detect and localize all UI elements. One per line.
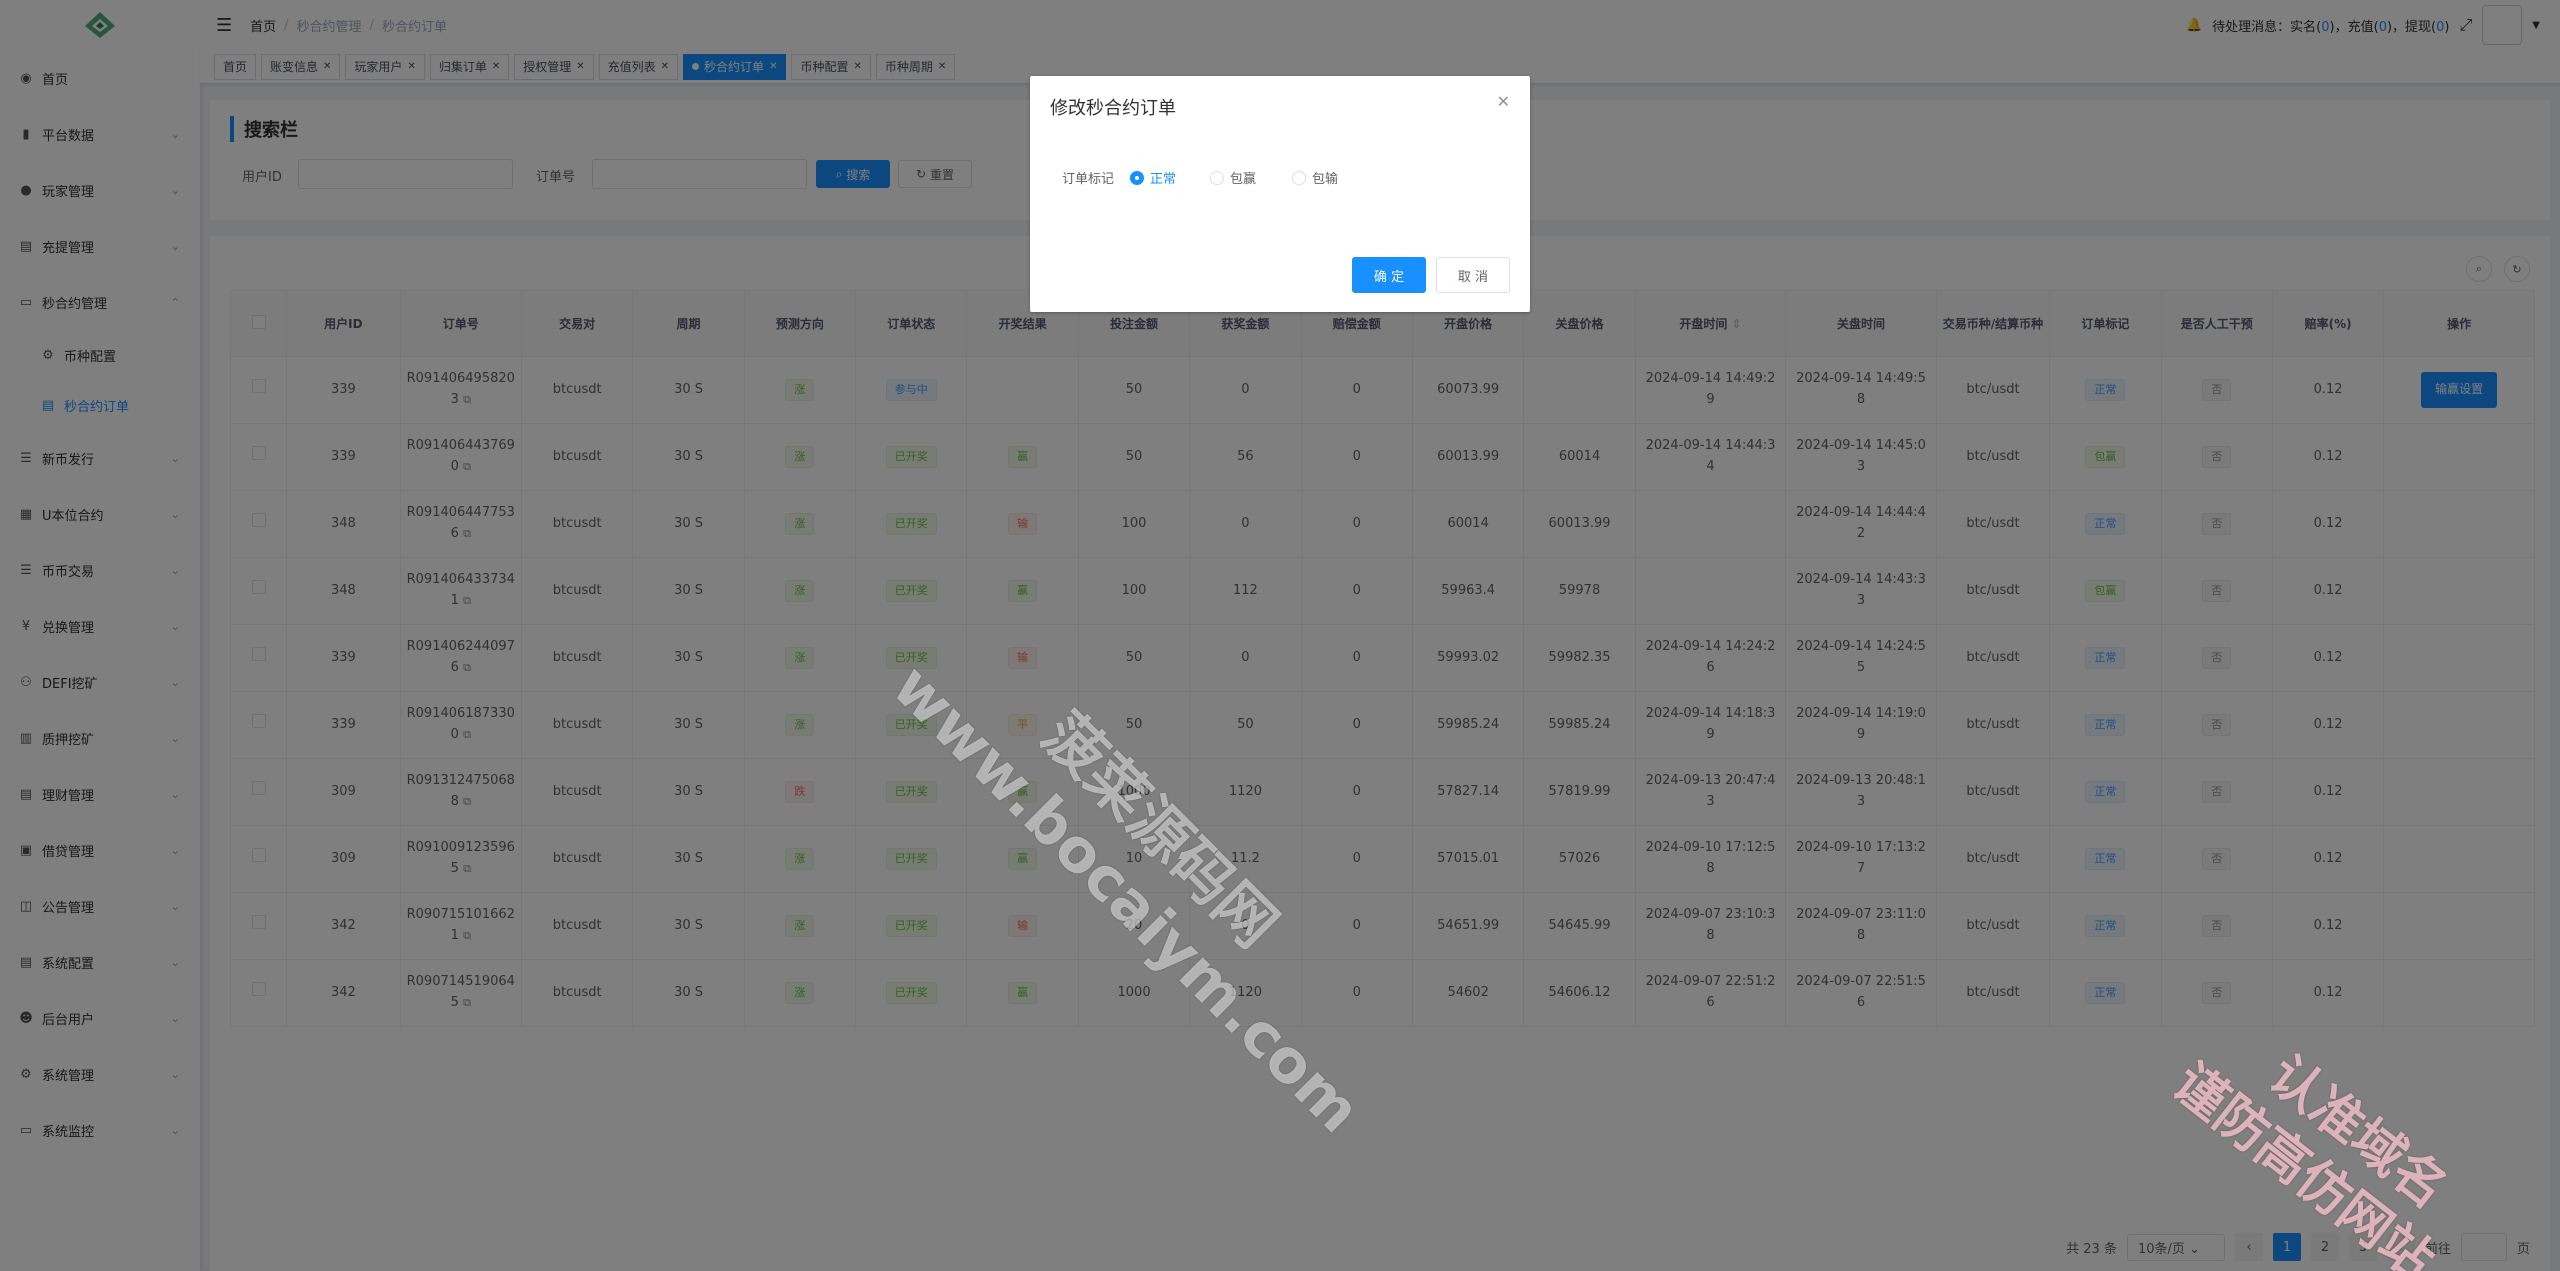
radio-label: 正常 xyxy=(1150,172,1177,187)
radio-normal[interactable]: 正常 xyxy=(1130,168,1176,187)
confirm-button[interactable]: 确 定 xyxy=(1352,257,1426,293)
close-icon[interactable]: ✕ xyxy=(1497,92,1510,111)
cancel-button[interactable]: 取 消 xyxy=(1436,257,1510,293)
radio-lose[interactable]: 包输 xyxy=(1292,168,1338,187)
radio-dot xyxy=(1130,170,1144,185)
radio-dot xyxy=(1292,170,1306,185)
radio-label: 包赢 xyxy=(1230,172,1257,187)
radio-win[interactable]: 包赢 xyxy=(1210,168,1256,187)
order-mark-label: 订单标记 xyxy=(1062,172,1115,187)
radio-dot xyxy=(1210,170,1224,185)
edit-order-dialog: 修改秒合约订单 ✕ 订单标记 正常 包赢 包输 确 定 取 消 xyxy=(1030,76,1530,312)
dialog-title: 修改秒合约订单 xyxy=(1050,98,1176,119)
radio-label: 包输 xyxy=(1312,172,1339,187)
